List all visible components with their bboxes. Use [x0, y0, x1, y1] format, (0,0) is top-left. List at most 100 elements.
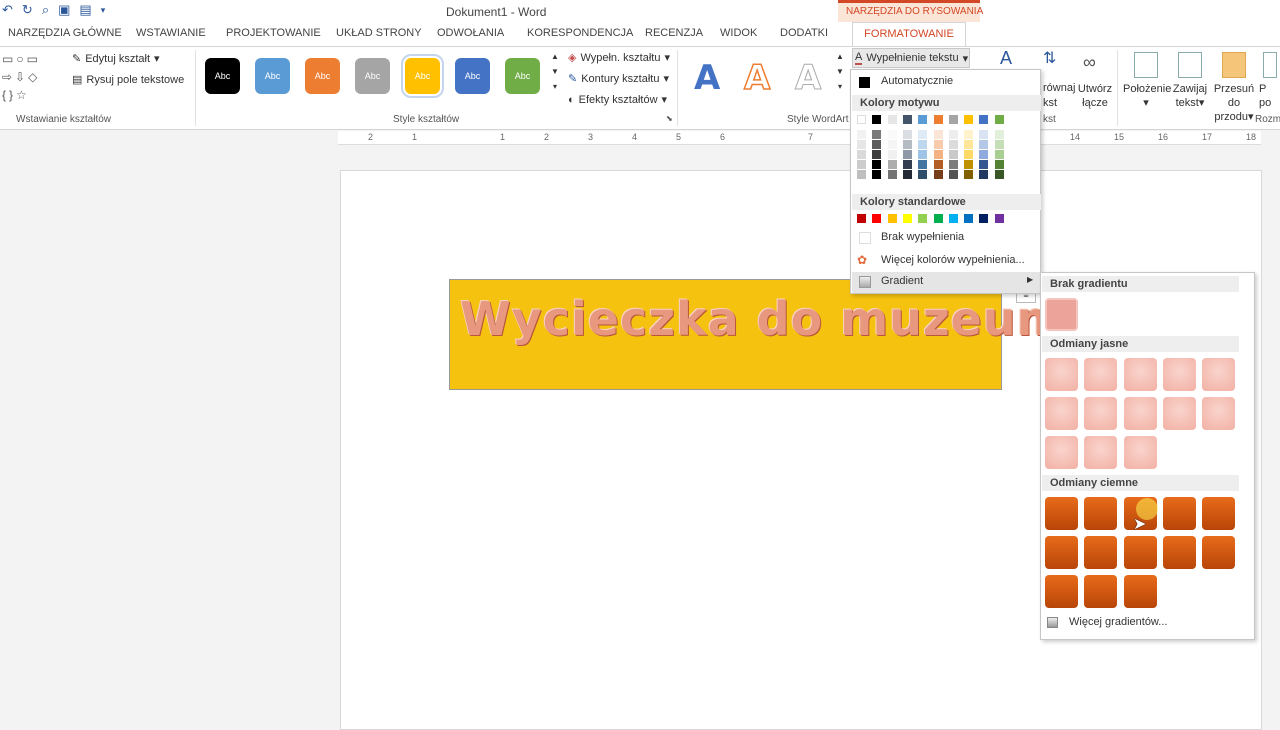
menu-more-colors[interactable]: Więcej kolorów wypełnienia...	[881, 254, 1025, 266]
light-gradient-swatch[interactable]	[1084, 358, 1118, 391]
shape-style-button[interactable]: Abc	[205, 58, 240, 94]
theme-color-shade[interactable]	[964, 140, 974, 149]
theme-color-shade[interactable]	[933, 140, 943, 149]
theme-color-shade[interactable]	[948, 140, 958, 149]
standard-color-swatch[interactable]	[887, 214, 897, 223]
standard-color-swatch[interactable]	[994, 214, 1004, 223]
theme-color-shade[interactable]	[872, 160, 882, 169]
menu-automatic[interactable]: Automatycznie	[881, 75, 953, 87]
new-doc-icon[interactable]: ▤	[79, 2, 91, 18]
light-gradient-swatch[interactable]	[1045, 397, 1078, 430]
theme-color-shade[interactable]	[933, 170, 943, 179]
theme-color-shade[interactable]	[887, 150, 897, 159]
theme-color-shade[interactable]	[887, 160, 897, 169]
theme-color-shade[interactable]	[918, 170, 928, 179]
light-gradient-swatch[interactable]	[1123, 358, 1157, 391]
light-gradient-swatch[interactable]	[1202, 358, 1236, 391]
tab-format[interactable]: FORMATOWANIE	[852, 22, 966, 47]
theme-color-shade[interactable]	[902, 150, 912, 159]
draw-textbox-button[interactable]: ▤ Rysuj pole tekstowe	[72, 73, 184, 87]
theme-color-swatch[interactable]	[918, 115, 928, 124]
arrows-gallery-icon[interactable]: ⇨⇩◇	[2, 70, 40, 84]
theme-color-shade[interactable]	[887, 130, 897, 139]
shape-fill-button[interactable]: ◈ Wypełn. kształtu ▾	[568, 51, 670, 65]
dark-gradient-swatch[interactable]	[1084, 575, 1118, 608]
no-gradient-swatch[interactable]	[1045, 298, 1078, 331]
shape-style-button[interactable]: Abc	[355, 58, 390, 94]
theme-color-shade[interactable]	[857, 170, 866, 179]
align-text-icon[interactable]: ⇅	[1043, 48, 1056, 68]
theme-color-shade[interactable]	[948, 160, 958, 169]
standard-color-swatch[interactable]	[948, 214, 958, 223]
tab-mailings[interactable]: KORESPONDENCJA	[527, 27, 633, 39]
tab-design[interactable]: PROJEKTOWANIE	[226, 27, 321, 39]
standard-color-swatch[interactable]	[979, 214, 989, 223]
tab-layout[interactable]: UKŁAD STRONY	[336, 27, 422, 39]
send-backward-button[interactable]: Ppo	[1259, 52, 1280, 110]
undo-icon[interactable]: ↶	[2, 2, 13, 18]
wordart-text[interactable]: Wycieczka do muzeum	[460, 292, 1066, 346]
tab-view[interactable]: WIDOK	[720, 27, 757, 39]
theme-color-shade[interactable]	[857, 130, 866, 139]
menu-no-fill[interactable]: Brak wypełnienia	[881, 231, 964, 243]
theme-color-shade[interactable]	[964, 130, 974, 139]
tab-addins[interactable]: DODATKI	[780, 27, 828, 39]
bring-forward-button[interactable]: Przesuń do przodu▾	[1211, 52, 1257, 124]
light-gradient-swatch[interactable]	[1123, 436, 1157, 469]
theme-color-shade[interactable]	[933, 130, 943, 139]
dark-gradient-swatch[interactable]	[1162, 497, 1196, 530]
wordart-style-gray[interactable]: A	[794, 58, 821, 99]
light-gradient-swatch[interactable]	[1202, 397, 1236, 430]
dark-gradient-swatch[interactable]	[1202, 536, 1236, 569]
theme-color-shade[interactable]	[948, 170, 958, 179]
theme-color-shade[interactable]	[979, 160, 989, 169]
theme-color-swatch[interactable]	[887, 115, 897, 124]
theme-color-shade[interactable]	[964, 160, 974, 169]
theme-color-swatch[interactable]	[994, 115, 1004, 124]
wordart-style-orange[interactable]: A	[743, 57, 771, 99]
shape-style-button[interactable]: Abc	[505, 58, 540, 94]
theme-color-shade[interactable]	[902, 170, 912, 179]
dark-gradient-swatch[interactable]	[1084, 497, 1118, 530]
theme-color-shade[interactable]	[994, 130, 1004, 139]
light-gradient-swatch[interactable]	[1162, 358, 1196, 391]
theme-color-shade[interactable]	[857, 150, 866, 159]
theme-color-shade[interactable]	[964, 170, 974, 179]
dark-gradient-swatch[interactable]	[1123, 575, 1157, 608]
theme-color-shade[interactable]	[902, 160, 912, 169]
dark-gradient-swatch[interactable]	[1045, 497, 1078, 530]
light-gradient-swatch[interactable]	[1045, 358, 1078, 391]
horizontal-ruler[interactable]: 21123456781415161718	[338, 131, 1261, 145]
theme-color-shade[interactable]	[933, 150, 943, 159]
shape-style-button[interactable]: Abc	[455, 58, 490, 94]
theme-color-shade[interactable]	[887, 170, 897, 179]
position-button[interactable]: Położenie ▾	[1123, 52, 1171, 110]
dark-gradient-swatch[interactable]	[1123, 536, 1157, 569]
theme-color-shade[interactable]	[994, 140, 1004, 149]
text-direction-icon[interactable]: A	[1000, 48, 1012, 69]
theme-color-swatch[interactable]	[964, 115, 974, 124]
theme-color-shade[interactable]	[948, 150, 958, 159]
dark-gradient-swatch[interactable]	[1045, 536, 1078, 569]
theme-color-shade[interactable]	[857, 140, 866, 149]
gallery-scroll[interactable]: ▲ ▼ ▾	[551, 52, 559, 91]
light-gradient-swatch[interactable]	[1045, 436, 1078, 469]
theme-color-shade[interactable]	[902, 140, 912, 149]
wordart-style-blue[interactable]: A	[694, 58, 720, 98]
customize-qat-icon[interactable]: ▾	[101, 5, 106, 16]
theme-color-swatch[interactable]	[872, 115, 882, 124]
misc-shapes-icon[interactable]: {}☆	[2, 88, 30, 102]
link-icon[interactable]: ∞	[1083, 52, 1096, 73]
shape-effects-button[interactable]: ◐ Efekty kształtów ▾	[568, 93, 667, 107]
theme-color-shade[interactable]	[933, 160, 943, 169]
print-icon[interactable]: ▣	[58, 2, 70, 18]
shape-outline-button[interactable]: ✎ Kontury kształtu ▾	[568, 72, 669, 86]
edit-shape-button[interactable]: ✎ Edytuj kształt ▾	[72, 52, 160, 66]
wrap-text-button[interactable]: Zawijaj tekst▾	[1167, 52, 1213, 110]
theme-color-shade[interactable]	[948, 130, 958, 139]
theme-color-shade[interactable]	[964, 150, 974, 159]
tab-insert[interactable]: WSTAWIANIE	[136, 27, 206, 39]
dark-gradient-swatch[interactable]	[1045, 575, 1078, 608]
light-gradient-swatch[interactable]	[1162, 397, 1196, 430]
theme-color-shade[interactable]	[979, 140, 989, 149]
